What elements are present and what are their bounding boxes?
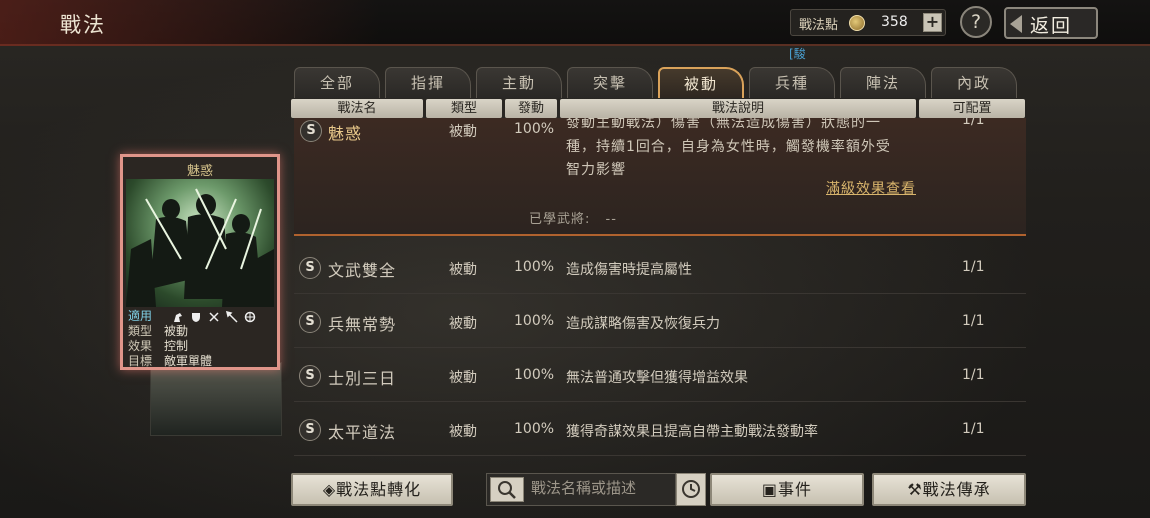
back-label: 返回 [1030, 15, 1073, 37]
warriors-silhouette-art [126, 188, 274, 307]
tactic-config: 1/1 [962, 421, 985, 437]
grade-badge: S [300, 120, 322, 142]
add-points-button[interactable]: + [923, 13, 942, 32]
history-button[interactable] [676, 473, 706, 506]
target-label: 目標 [128, 354, 153, 368]
inherit-tactic-button[interactable]: ⚒戰法傳承 [872, 473, 1026, 506]
effect-value: 控制 [164, 339, 189, 353]
top-bar: 戰法 戰法點 358 + ? 返回 [0, 0, 1150, 46]
page-title: 戰法 [60, 13, 106, 37]
points-value: 358 [881, 14, 908, 30]
col-head-config[interactable]: 可配置 [919, 99, 1025, 118]
card-stack-back [150, 362, 282, 436]
tab-active[interactable]: 主動 [476, 67, 562, 98]
grade-badge: S [299, 311, 321, 333]
tactic-name: 兵無常勢 [328, 315, 397, 334]
col-head-desc: 戰法說明 [560, 99, 916, 118]
help-button[interactable]: ? [960, 6, 992, 38]
points-label: 戰法點 [799, 18, 839, 33]
tactic-name: 太平道法 [328, 423, 397, 442]
tab-troop[interactable]: 兵種 [749, 67, 835, 98]
tactic-desc: 造成傷害時提高屬性 [566, 262, 692, 278]
tactic-card[interactable]: 魅惑 適用 類型 被動 效果 控制 目標 敵軍單體 [120, 154, 280, 370]
tactic-type: 被動 [449, 316, 477, 332]
table-row[interactable]: S 兵無常勢 被動 100% 造成謀略傷害及恢復兵力 1/1 [294, 296, 1026, 348]
tactic-points-display: 戰法點 358 + [790, 9, 946, 36]
clock-icon [682, 480, 700, 498]
table-row[interactable]: S 文武雙全 被動 100% 造成傷害時提高屬性 1/1 [294, 242, 1026, 294]
grade-badge: S [299, 419, 321, 441]
selected-tactic-row[interactable]: S 魅惑 被動 100% 發動主動戰法）傷害（無法造成傷害）狀態的一 種，持續1… [294, 118, 1026, 236]
type-label: 類型 [128, 324, 153, 338]
tactic-name: 士別三日 [328, 369, 397, 388]
tactic-rate: 100% [514, 313, 555, 329]
spear-icon [225, 310, 238, 323]
tab-assault[interactable]: 突擊 [567, 67, 653, 98]
tactic-config: 1/1 [962, 118, 985, 128]
event-button[interactable]: ▣事件 [710, 473, 864, 506]
convert-points-button[interactable]: ◈戰法點轉化 [291, 473, 453, 506]
tactic-name: 魅惑 [328, 124, 363, 143]
tactic-desc: 獲得奇謀效果且提高自帶主動戰法發動率 [566, 424, 818, 440]
col-head-name[interactable]: 戰法名 [291, 99, 423, 118]
tactic-name: 文武雙全 [328, 261, 397, 280]
tab-all[interactable]: 全部 [294, 67, 380, 98]
card-title: 魅惑 [186, 164, 213, 179]
tactic-type: 被動 [449, 124, 477, 140]
machine-icon [244, 311, 256, 322]
max-level-effect-link[interactable]: 滿級效果查看 [826, 178, 916, 198]
tab-passive[interactable]: 被動 [658, 67, 744, 98]
effect-label: 效果 [128, 339, 153, 353]
apply-label: 適用 [128, 309, 153, 323]
tactic-type: 被動 [449, 370, 477, 386]
fire-icon: ◈ [322, 480, 337, 499]
desc-line-3: 智力影響 [566, 162, 626, 178]
hammer-icon: ⚒ [907, 480, 923, 499]
search-icon [498, 481, 516, 499]
tactic-desc: 無法普通攻擊但獲得增益效果 [566, 370, 748, 386]
search-button[interactable] [490, 477, 524, 502]
bow-icon [209, 311, 219, 322]
col-head-rate[interactable]: 發動 [505, 99, 557, 118]
tactic-rate: 100% [514, 421, 555, 437]
tactic-type: 被動 [449, 262, 477, 278]
coin-icon [849, 15, 865, 31]
tactic-config: 1/1 [962, 313, 985, 329]
tab-formation[interactable]: 陣法 [840, 67, 926, 98]
desc-line-2: 種，持續1回合，自身為女性時，觸發機率額外受 [566, 139, 891, 155]
tactic-type: 被動 [449, 424, 477, 440]
search-box [486, 473, 676, 506]
card-info: 適用 類型 被動 效果 控制 目標 敵軍單體 [128, 309, 256, 369]
tactic-rate: 100% [514, 367, 555, 383]
table-row[interactable]: S 太平道法 被動 100% 獲得奇謀效果且提高自帶主動戰法發動率 1/1 [294, 404, 1026, 456]
type-value: 被動 [164, 324, 189, 338]
tab-domestic[interactable]: 內政 [931, 67, 1017, 98]
search-input[interactable] [531, 479, 671, 497]
tactic-config: 1/1 [962, 259, 985, 275]
back-arrow-icon [1010, 15, 1022, 33]
table-row[interactable]: S 士別三日 被動 100% 無法普通攻擊但獲得增益效果 1/1 [294, 350, 1026, 402]
tactic-rate: 100% [514, 259, 555, 275]
tactic-rate: 100% [514, 121, 555, 137]
tactic-desc: 造成謀略傷害及恢復兵力 [566, 316, 720, 332]
col-head-type[interactable]: 類型 [426, 99, 502, 118]
grade-badge: S [299, 257, 321, 279]
tactic-config: 1/1 [962, 367, 985, 383]
target-value: 敵軍單體 [164, 354, 213, 368]
tab-command[interactable]: 指揮 [385, 67, 471, 98]
back-button[interactable]: 返回 [1004, 7, 1098, 39]
shield-icon [191, 312, 200, 322]
cavalry-icon [173, 312, 182, 322]
card-artwork [126, 179, 274, 307]
event-icon: ▣ [761, 480, 779, 499]
tactic-list: S 魅惑 被動 100% 發動主動戰法）傷害（無法造成傷害）狀態的一 種，持續1… [294, 118, 1026, 464]
grade-badge: S [299, 365, 321, 387]
desc-line-1: 發動主動戰法）傷害（無法造成傷害）狀態的一 [566, 118, 881, 131]
learned-generals: 已學武將: -- [529, 212, 617, 227]
unit-type-icons [172, 310, 256, 323]
blue-tag: [駿 [789, 47, 806, 61]
